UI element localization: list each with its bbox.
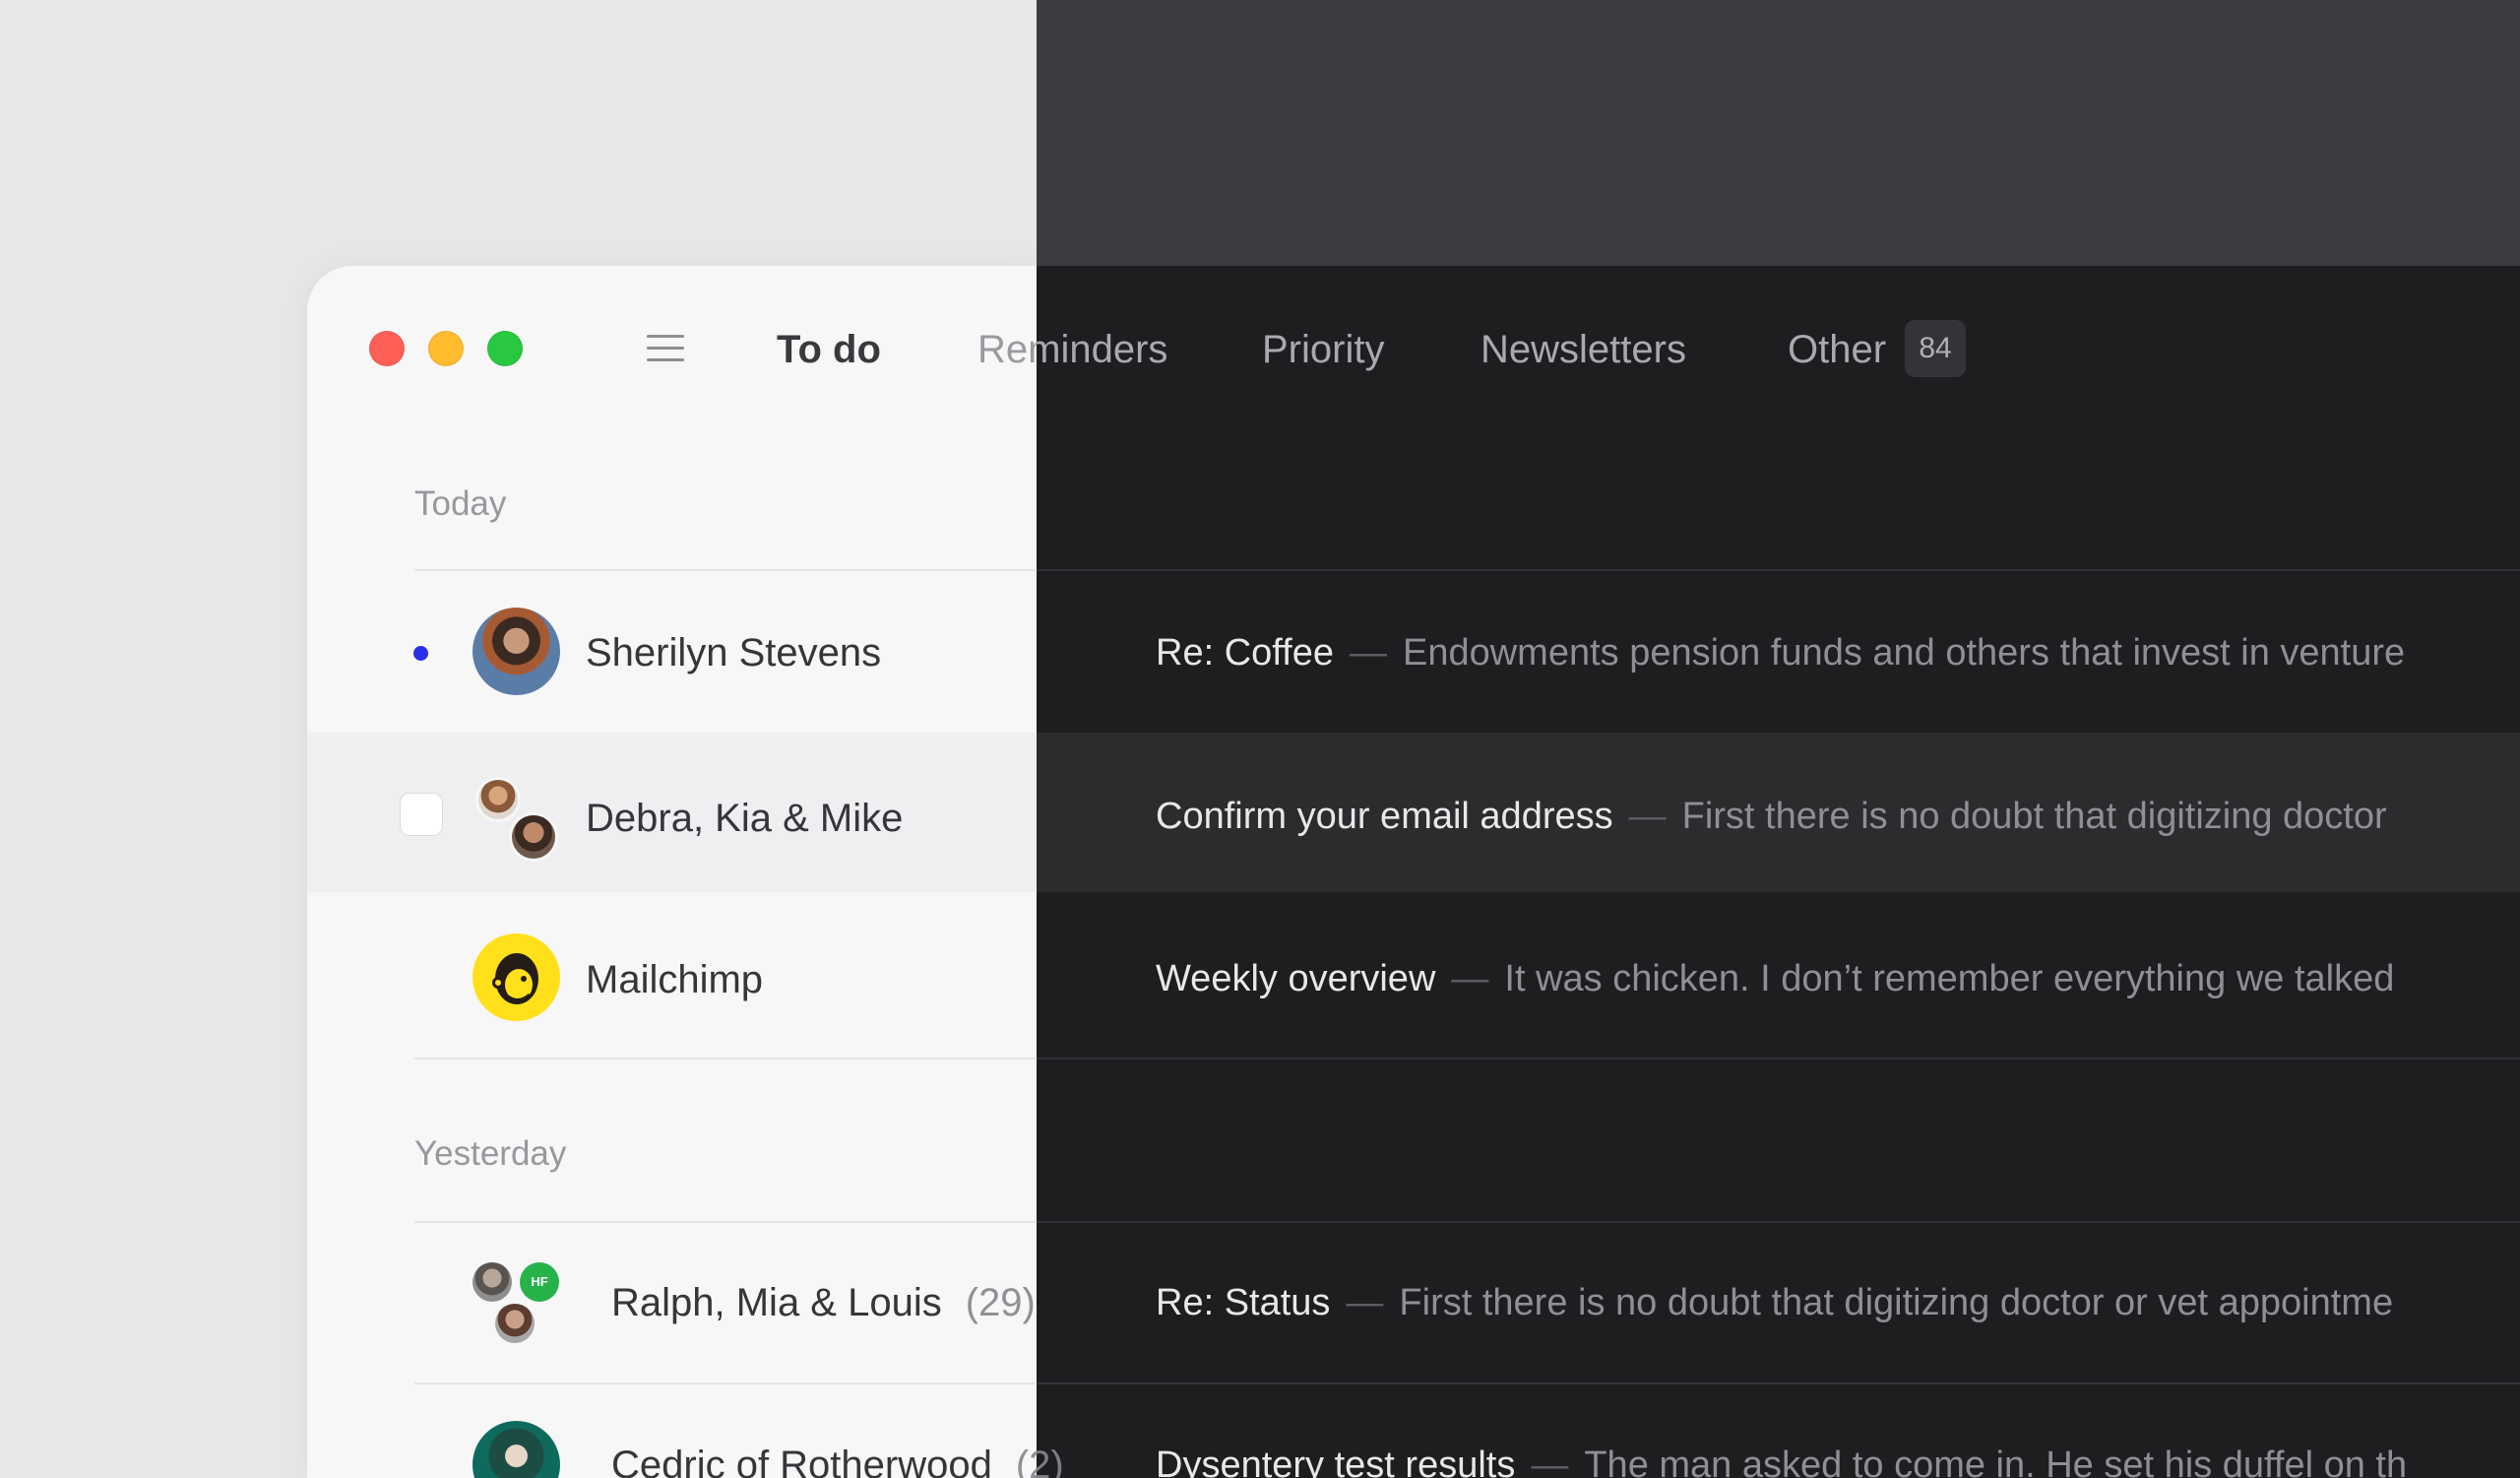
app-stage: To do Reminders Priority Newsletters Oth… <box>0 0 2520 1478</box>
divider <box>414 569 1037 571</box>
section-today: Today <box>414 484 507 523</box>
section-yesterday: Yesterday <box>414 1134 567 1173</box>
thread-sender[interactable]: Debra, Kia & Mike <box>586 794 903 843</box>
divider <box>1037 1382 2520 1384</box>
zoom-window-button[interactable] <box>487 331 523 366</box>
dark-theme-view: To do Reminders Priority Newsletters Oth… <box>1037 0 2520 1478</box>
tab-reminders[interactable]: Reminders <box>1037 325 1167 374</box>
thread-count: (2) <box>1015 1444 1037 1478</box>
tab-other[interactable]: Other <box>1788 325 1886 374</box>
thread-subject-line[interactable]: Re: Status — First there is no doubt that … <box>1156 1278 2393 1327</box>
avatar <box>472 1262 512 1302</box>
light-theme-view: To do Reminders Priority Newsletters Oth… <box>0 0 1037 1478</box>
divider <box>1037 569 2520 571</box>
select-checkbox[interactable] <box>401 794 442 835</box>
mailchimp-logo-icon <box>472 933 560 1021</box>
avatar <box>512 815 555 859</box>
divider <box>1037 1058 2520 1060</box>
thread-sender[interactable]: Ralph, Mia & Louis (29) <box>611 1278 1036 1327</box>
other-count-badge: 84 <box>1905 320 1966 377</box>
thread-subject-line[interactable]: Weekly overview — It was chicken. I don’t … <box>1156 954 2394 1003</box>
thread-sender[interactable]: Mailchimp <box>586 955 763 1004</box>
avatar <box>478 780 518 819</box>
divider <box>1037 1221 2520 1223</box>
thread-subject-line[interactable]: Dysentery test results — The man asked to … <box>1156 1441 2407 1478</box>
thread-sender[interactable]: Cedric of Rotherwood(2) <box>611 1441 1037 1478</box>
tab-newsletters[interactable]: Newsletters <box>1480 325 1686 374</box>
close-window-button[interactable] <box>369 331 405 366</box>
thread-sender[interactable]: Cedric of Rotherwood(2) <box>1037 1441 1064 1478</box>
initials-avatar: HF <box>520 1262 559 1302</box>
tab-todo[interactable]: To do <box>777 325 881 374</box>
divider <box>414 1221 1037 1223</box>
hamburger-menu-icon[interactable] <box>647 335 684 362</box>
tab-priority[interactable]: Priority <box>1262 325 1384 374</box>
divider <box>414 1382 1037 1384</box>
thread-subject-line[interactable]: Re: Coffee — Endowments pension funds and … <box>1156 628 2405 677</box>
tab-reminders[interactable]: Reminders <box>977 325 1037 374</box>
thread-count: (2) <box>1037 1444 1064 1478</box>
unread-indicator <box>413 646 428 661</box>
thread-subject-line[interactable]: Confirm your email address — First there i… <box>1156 792 2387 841</box>
divider <box>414 1058 1037 1060</box>
avatar <box>495 1304 535 1343</box>
thread-count: (29) <box>965 1281 1036 1324</box>
minimize-window-button[interactable] <box>428 331 464 366</box>
avatar <box>472 608 560 695</box>
thread-sender[interactable]: Sherilyn Stevens <box>586 628 881 677</box>
